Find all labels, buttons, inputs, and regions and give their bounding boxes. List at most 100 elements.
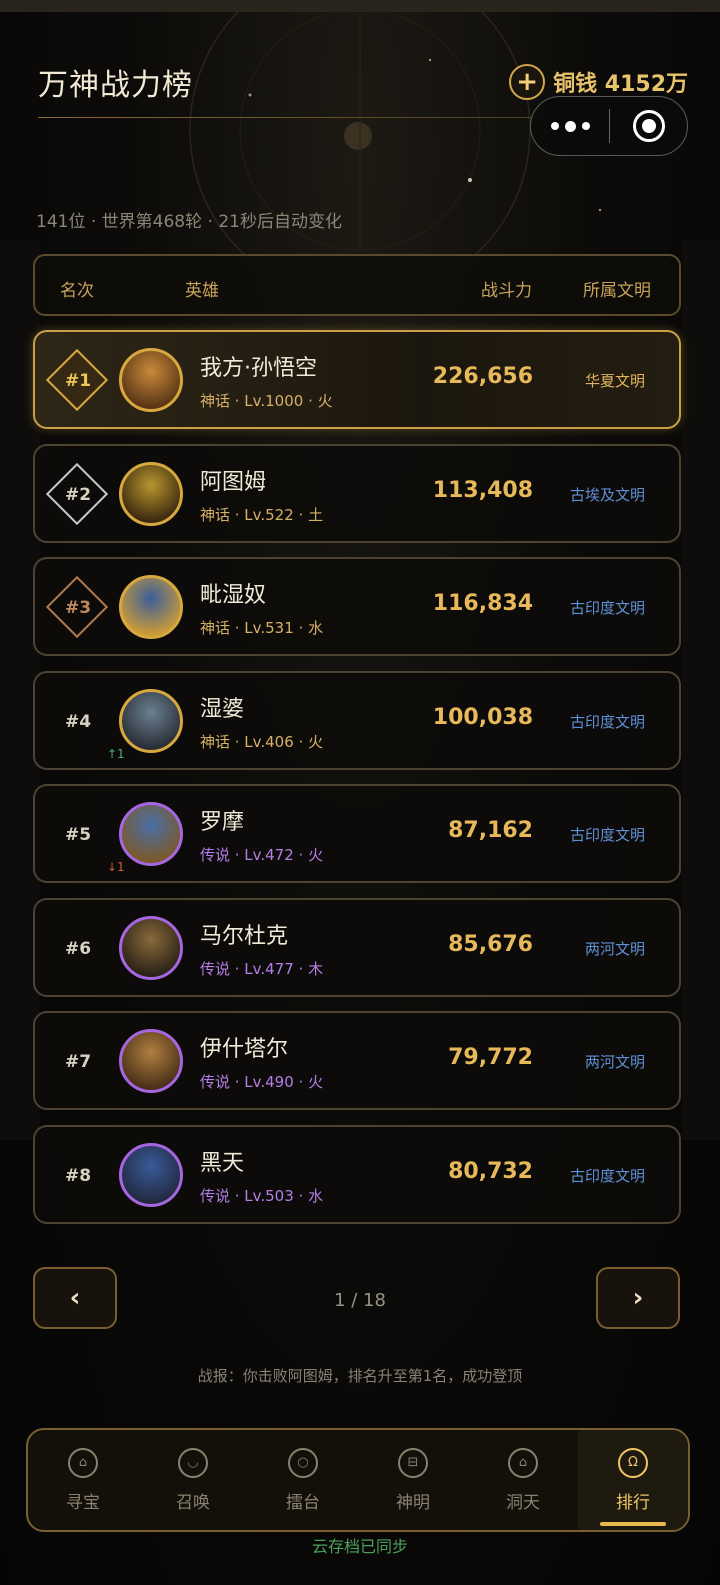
hero-civilization: 两河文明 [584,1053,645,1071]
hero-avatar [119,915,183,980]
hero-meta: 传说 · Lv.472 · 火 [200,846,324,864]
rank-badge: #4 [49,693,107,751]
hero-meta: 神话 · Lv.406 · 火 [200,732,324,751]
ranking-subinfo: 141位 · 世界第468轮 · 21秒后自动变化 [36,212,342,232]
hero-power: 87,162 [448,818,533,843]
rank-badge: #3 [45,575,109,639]
hero-power: 116,834 [432,591,533,616]
hero-avatar [119,1142,183,1207]
treasure-icon: ⌂ [68,1447,98,1478]
tab-label: 召唤 [176,1492,210,1513]
header-civ: 所属文明 [583,281,651,301]
bottom-tab-bar: ⌂ 寻宝 ◡ 召唤 ○ 擂台 ⊟ 神明 ⌂ 洞天 Ω 排行 [26,1428,690,1532]
add-coins-button[interactable]: + [509,64,546,100]
rank-text: #2 [64,484,92,505]
hero-meta: 传说 · Lv.490 · 火 [200,1073,324,1091]
battle-report: 战报：你击败阿图姆，排名升至第1名，成功登顶 [197,1367,523,1385]
close-miniprogram-button[interactable] [610,96,687,156]
hero-avatar [119,461,183,526]
tab-deity[interactable]: ⊟ 神明 [358,1430,468,1530]
page-title: 万神战力榜 [38,68,193,103]
hero-meta: 传说 · Lv.503 · 水 [200,1186,324,1205]
home-icon: ⌂ [508,1447,538,1478]
header-rank: 名次 [60,281,94,301]
tab-ranking[interactable]: Ω 排行 [578,1430,688,1530]
header-power: 战斗力 [481,281,532,301]
hero-name: 伊什塔尔 [200,1037,289,1062]
rank-text: #8 [64,1165,92,1186]
coins-label: 铜钱 4152万 [553,72,688,97]
hero-avatar [119,575,183,639]
miniprogram-capsule [530,96,688,156]
tab-label: 排行 [616,1492,650,1513]
next-page-button[interactable]: › [596,1267,680,1329]
hero-rank-card[interactable]: #4 湿婆神话 · Lv.406 · 火 100,038 古印度文明 ↑1 [33,670,681,770]
hero-civilization: 古印度文明 [569,1166,645,1185]
rank-badge: #6 [49,920,107,978]
hero-avatar [119,1029,183,1093]
hero-meta: 神话 · Lv.522 · 土 [200,505,324,524]
hero-name: 罗摩 [200,810,245,835]
hero-power: 85,676 [448,931,533,957]
tab-arena[interactable]: ○ 擂台 [248,1430,358,1530]
title-divider [38,117,538,118]
hero-avatar [119,802,183,866]
hero-name: 毗湿奴 [200,583,267,608]
hero-power: 80,732 [448,1158,533,1184]
hero-name: 马尔杜克 [200,923,289,949]
hero-rank-card[interactable]: #6 马尔杜克传说 · Lv.477 · 木 85,676 两河文明 [33,897,681,997]
rank-text: #3 [64,598,92,618]
hero-name: 我方·孙悟空 [200,356,317,381]
arena-icon: ○ [288,1447,318,1478]
hero-rank-card[interactable]: #7 伊什塔尔传说 · Lv.490 · 火 79,772 两河文明 [33,1011,681,1110]
rank-badge: #1 [45,348,109,412]
rank-badge: #7 [49,1033,107,1091]
hero-power: 100,038 [432,704,533,730]
rank-badge: #5 [49,806,107,864]
tab-label: 擂台 [286,1492,320,1513]
hero-avatar [119,688,183,753]
tab-label: 洞天 [506,1492,540,1513]
coins-display: + 铜钱 4152万 [509,64,688,100]
hero-avatar [119,348,183,412]
rank-text: #4 [64,711,92,732]
rank-change-indicator: ↓1 [107,860,125,874]
hero-civilization: 古印度文明 [569,712,645,731]
hero-rank-card[interactable]: #5 罗摩 传说 · Lv.472 · 火 87,162 古印度文明 ↓1 [33,784,681,883]
hero-meta: 神话 · Lv.1000 · 火 [200,392,333,410]
hero-power: 79,772 [448,1045,533,1070]
hero-rank-card[interactable]: #8 黑天传说 · Lv.503 · 水 80,732 古印度文明 [33,1124,681,1224]
ranking-icon: Ω [618,1447,648,1478]
header-hero: 英雄 [185,281,219,301]
rank-text: #1 [64,371,92,391]
hero-name: 阿图姆 [200,469,267,495]
tab-summon[interactable]: ◡ 召唤 [138,1430,248,1530]
rank-change-indicator: ↑1 [107,746,125,761]
hero-meta: 传说 · Lv.477 · 木 [200,959,324,978]
hero-civilization: 华夏文明 [584,372,645,390]
rank-text: #7 [64,1052,92,1072]
top-strip [0,0,720,12]
rank-text: #5 [64,825,92,845]
hero-name: 黑天 [200,1150,245,1176]
hero-name: 湿婆 [200,696,245,722]
hero-civilization: 两河文明 [584,939,645,958]
rank-badge: #2 [45,462,109,525]
sync-status: 云存档已同步 [311,1537,408,1556]
hero-rank-card[interactable]: #1 我方·孙悟空 神话 · Lv.1000 · 火 226,656 华夏文明 [33,330,681,429]
deity-icon: ⊟ [398,1447,428,1478]
rank-badge: #8 [49,1147,107,1205]
tab-home[interactable]: ⌂ 洞天 [468,1430,578,1530]
hero-civilization: 古印度文明 [569,599,645,617]
more-menu-button[interactable] [531,96,609,156]
target-icon [632,110,665,142]
summon-icon: ◡ [178,1447,208,1478]
tab-treasure[interactable]: ⌂ 寻宝 [28,1430,138,1530]
hero-rank-card[interactable]: #2 阿图姆 神话 · Lv.522 · 土 113,408 古埃及文明 [33,443,681,543]
tab-label: 神明 [396,1492,430,1513]
hero-meta: 神话 · Lv.531 · 水 [200,619,324,637]
rank-text: #6 [64,938,92,959]
hero-rank-card[interactable]: #3 毗湿奴神话 · Lv.531 · 水 116,834 古印度文明 [33,557,681,656]
hero-power: 113,408 [432,477,533,503]
table-header: 名次 英雄 战斗力 所属文明 [33,254,681,316]
